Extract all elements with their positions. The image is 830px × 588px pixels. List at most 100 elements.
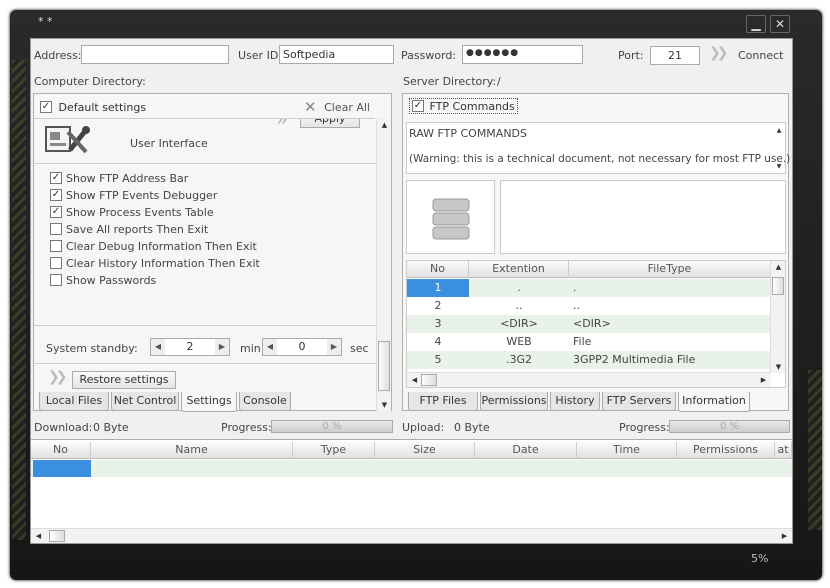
option-checkbox[interactable]: ✓ Show Process Events Table [50, 205, 214, 219]
address-input[interactable] [81, 45, 229, 64]
column-header[interactable]: Name [91, 442, 293, 459]
window-title: * * [38, 15, 53, 28]
scroll-thumb[interactable] [378, 341, 390, 391]
decrement-icon[interactable]: ◀ [263, 339, 277, 355]
increment-icon[interactable]: ▶ [327, 339, 341, 355]
option-checkbox[interactable]: Show Passwords [50, 273, 156, 287]
option-checkbox[interactable]: ✓ Show FTP Events Debugger [50, 188, 217, 202]
server-info-box [500, 180, 786, 254]
password-label: Password: [401, 49, 457, 62]
unchecked-box [50, 257, 62, 269]
column-header[interactable]: No [31, 442, 91, 459]
table-row[interactable]: 3 <DIR> <DIR> [407, 315, 771, 333]
tab-console[interactable]: Console [239, 392, 291, 411]
decrement-icon[interactable]: ◀ [151, 339, 165, 355]
scroll-left-icon[interactable]: ◀ [31, 532, 46, 540]
scroll-down-icon[interactable]: ▼ [773, 163, 785, 170]
column-header[interactable]: Date [475, 442, 577, 459]
table-row[interactable] [31, 460, 792, 477]
column-header[interactable]: Time [577, 442, 677, 459]
user-id-input[interactable]: Softpedia [279, 45, 394, 64]
option-label: Show FTP Events Debugger [66, 188, 218, 202]
restore-settings-button[interactable]: Restore settings [72, 371, 176, 389]
column-header[interactable]: No [407, 261, 469, 278]
user-id-label: User ID: [238, 49, 282, 62]
file-type-hscroll[interactable]: ◀ ▶ [407, 372, 771, 387]
raw-commands-warning: (Warning: this is a technical document, … [409, 153, 791, 165]
scroll-right-icon[interactable]: ▶ [777, 532, 792, 540]
standby-minutes-spinner[interactable]: ◀ 2 ▶ [150, 338, 230, 356]
transfer-hscroll[interactable]: ◀ ▶ [31, 528, 792, 543]
port-input[interactable]: 21 [650, 46, 700, 65]
scroll-up-icon[interactable]: ▲ [773, 127, 785, 134]
scroll-up-icon[interactable]: ▲ [771, 263, 785, 271]
table-row[interactable]: 4 WEB File [407, 333, 771, 351]
download-progress-bar: 0 % [271, 420, 393, 433]
option-checkbox[interactable]: Save All reports Then Exit [50, 222, 208, 236]
scroll-up-icon[interactable]: ▲ [377, 121, 392, 129]
column-header[interactable]: Permissions [677, 442, 775, 459]
port-label: Port: [618, 49, 644, 62]
minimize-button[interactable]: ▁ [746, 15, 766, 33]
tab-history[interactable]: History [550, 392, 600, 411]
clear-all-button[interactable]: ✕ Clear All [304, 98, 370, 116]
connect-button[interactable]: Connect [738, 49, 783, 62]
option-label: Show FTP Address Bar [66, 171, 189, 185]
raw-commands-box[interactable]: RAW FTP COMMANDS (Warning: this is a tec… [406, 122, 790, 174]
table-cell: 1 [407, 279, 469, 297]
scroll-thumb[interactable] [772, 277, 784, 295]
tab-net-control[interactable]: Net Control [111, 392, 179, 411]
increment-icon[interactable]: ▶ [215, 339, 229, 355]
tab-local-files[interactable]: Local Files [39, 392, 109, 411]
close-button[interactable]: ✕ [770, 15, 790, 33]
standby-label: System standby: [46, 342, 138, 355]
scroll-down-icon[interactable]: ▼ [771, 363, 785, 371]
scroll-thumb[interactable] [421, 374, 437, 386]
transfer-queue-table: No Name Type Size Date Time Permissions at ◀ ▶ [31, 439, 792, 543]
default-settings-checkbox[interactable]: ✓ Default settings [40, 100, 146, 114]
apply-button[interactable]: Apply [300, 119, 360, 128]
download-value: 0 Byte [93, 421, 129, 434]
scroll-right-icon[interactable]: ▶ [756, 376, 771, 384]
password-input[interactable]: ●●●●●● [462, 45, 583, 64]
column-header[interactable]: Type [293, 442, 375, 459]
option-checkbox[interactable]: Clear Debug Information Then Exit [50, 239, 257, 253]
file-type-vscroll[interactable]: ▲ ▼ [770, 261, 785, 373]
column-header[interactable]: Extention [469, 261, 569, 278]
table-row[interactable]: 5 .3G2 3GPP2 Multimedia File [407, 351, 771, 369]
table-row[interactable]: 2.... [407, 297, 771, 315]
scroll-left-icon[interactable]: ◀ [407, 376, 422, 384]
tab-settings[interactable]: Settings [181, 392, 237, 412]
option-checkbox[interactable]: Clear History Information Then Exit [50, 256, 260, 270]
default-settings-label: Default settings [58, 100, 147, 114]
tab-permissions[interactable]: Permissions [480, 392, 548, 411]
table-cell-selected[interactable] [33, 460, 91, 477]
unchecked-box [50, 223, 62, 235]
database-icon [432, 198, 470, 240]
tab-ftp-servers[interactable]: FTP Servers [602, 392, 676, 411]
table-cell: . [517, 281, 521, 294]
option-label: Save All reports Then Exit [66, 222, 209, 236]
ftp-commands-checkbox[interactable]: ✓ FTP Commands [409, 98, 518, 114]
settings-scrollbar[interactable]: ▲ ▼ [376, 119, 391, 411]
divider [34, 163, 377, 164]
title-bar[interactable]: * * ▁ ✕ [30, 12, 790, 34]
settings-scroll-area: ❯❯ Apply User Interface ✓ Show FTP Addres… [34, 119, 377, 412]
option-checkbox[interactable]: ✓ Show FTP Address Bar [50, 171, 188, 185]
transfer-header: No Name Type Size Date Time Permissions at [31, 442, 792, 459]
table-row[interactable]: 1.. [407, 279, 771, 297]
download-label: Download: [34, 421, 93, 434]
tab-ftp-files[interactable]: FTP Files [408, 392, 478, 411]
option-label: Clear History Information Then Exit [66, 256, 260, 270]
scroll-thumb[interactable] [49, 530, 65, 542]
check-icon: ✓ [50, 189, 62, 201]
column-header[interactable]: at [775, 442, 792, 459]
upload-progress-label: Progress: [619, 421, 670, 434]
tab-information[interactable]: Information [678, 392, 750, 412]
column-header[interactable]: FileType [569, 261, 771, 278]
standby-seconds-spinner[interactable]: ◀ 0 ▶ [262, 338, 342, 356]
column-header[interactable]: Size [375, 442, 475, 459]
server-path: / [497, 75, 501, 88]
table-cell: 5 [434, 353, 442, 366]
upload-value: 0 Byte [454, 421, 490, 434]
